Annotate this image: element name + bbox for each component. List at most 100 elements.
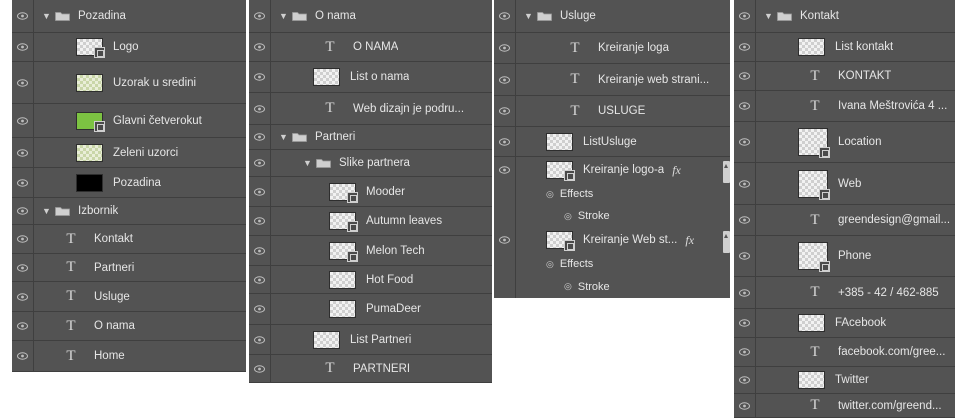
visibility-eye-icon[interactable] bbox=[494, 227, 516, 253]
layer-row-twitter[interactable]: Twitter bbox=[734, 367, 955, 394]
visibility-eye-icon[interactable] bbox=[249, 93, 271, 124]
visibility-eye-icon[interactable] bbox=[494, 33, 516, 63]
layer-row-glavni-cetverokut[interactable]: Glavni četverokut bbox=[12, 104, 246, 138]
visibility-eye-icon[interactable] bbox=[249, 236, 271, 265]
visibility-eye-icon[interactable] bbox=[494, 157, 516, 183]
layer-row-usluge[interactable]: T Usluge bbox=[12, 282, 246, 312]
expand-triangle-icon[interactable]: ▼ bbox=[279, 11, 288, 21]
effects-toggle-icon[interactable] bbox=[723, 231, 730, 253]
layer-row-melon-tech[interactable]: Melon Tech bbox=[249, 236, 492, 266]
layer-row-kreiranje-loga[interactable]: T Kreiranje loga bbox=[494, 33, 730, 64]
layer-row-kontakt[interactable]: T Kontakt bbox=[12, 225, 246, 254]
visibility-eye-icon[interactable] bbox=[249, 207, 271, 235]
layer-row-effects[interactable]: ◎ Effects bbox=[494, 253, 730, 275]
effect-visibility-icon[interactable]: ◎ bbox=[546, 189, 554, 200]
visibility-eye-icon[interactable] bbox=[249, 33, 271, 61]
layer-row-list-o-nama[interactable]: List o nama bbox=[249, 62, 492, 93]
layer-row-kontakt[interactable]: ▼ Kontakt bbox=[734, 0, 955, 33]
visibility-eye-icon[interactable] bbox=[494, 127, 516, 156]
visibility-eye-icon[interactable] bbox=[734, 236, 756, 276]
expand-triangle-icon[interactable]: ▼ bbox=[764, 11, 773, 21]
visibility-eye-icon[interactable] bbox=[12, 198, 34, 224]
visibility-eye-icon[interactable] bbox=[12, 0, 34, 32]
layer-row-zeleni-uzorci[interactable]: Zeleni uzorci bbox=[12, 138, 246, 168]
visibility-eye-icon[interactable] bbox=[494, 64, 516, 95]
visibility-eye-icon[interactable] bbox=[249, 125, 271, 149]
visibility-eye-icon[interactable] bbox=[494, 96, 516, 126]
visibility-eye-icon[interactable] bbox=[249, 62, 271, 92]
layer-row-stroke[interactable]: ◎ Stroke bbox=[494, 275, 730, 298]
layer-row-facebook-com-gree[interactable]: Tfacebook.com/gree... bbox=[734, 338, 955, 367]
effects-toggle-icon[interactable] bbox=[723, 161, 730, 183]
visibility-eye-icon[interactable] bbox=[734, 367, 756, 393]
layer-row-usluge[interactable]: ▼ Usluge bbox=[494, 0, 730, 33]
fx-icon[interactable]: fx bbox=[685, 233, 694, 248]
visibility-eye-icon[interactable] bbox=[734, 277, 756, 308]
layer-row-kontakt[interactable]: T KONTAKT bbox=[734, 62, 955, 91]
layer-row-kreiranje-web-st[interactable]: Kreiranje Web st... fx bbox=[494, 227, 730, 253]
layer-row-ivana-mestrovica-4[interactable]: T Ivana Meštrovića 4 ... bbox=[734, 91, 955, 122]
layer-row-mooder[interactable]: Mooder bbox=[249, 177, 492, 207]
expand-triangle-icon[interactable]: ▼ bbox=[42, 11, 51, 21]
visibility-eye-icon[interactable] bbox=[734, 62, 756, 90]
layer-row-hot-food[interactable]: Hot Food bbox=[249, 266, 492, 294]
visibility-eye-icon[interactable] bbox=[12, 104, 34, 137]
layer-row-autumn-leaves[interactable]: Autumn leaves bbox=[249, 207, 492, 236]
expand-triangle-icon[interactable]: ▼ bbox=[42, 206, 51, 216]
layer-row-list-partneri[interactable]: List Partneri bbox=[249, 325, 492, 355]
layer-row-pozadina[interactable]: Pozadina bbox=[12, 168, 246, 198]
expand-triangle-icon[interactable]: ▼ bbox=[303, 158, 312, 168]
layer-row-listusluge[interactable]: ListUsluge bbox=[494, 127, 730, 157]
layer-row-usluge[interactable]: T USLUGE bbox=[494, 96, 730, 127]
layer-row-stroke[interactable]: ◎ Stroke bbox=[494, 205, 730, 227]
layer-row-home[interactable]: T Home bbox=[12, 341, 246, 372]
layer-row-kreiranje-web-strani[interactable]: T Kreiranje web strani... bbox=[494, 64, 730, 96]
layer-row-pozadina[interactable]: ▼ Pozadina bbox=[12, 0, 246, 33]
layer-row-phone[interactable]: Phone bbox=[734, 236, 955, 277]
visibility-eye-icon[interactable] bbox=[249, 150, 271, 176]
visibility-eye-icon[interactable] bbox=[12, 62, 34, 103]
layer-row-partneri[interactable]: T PARTNERI bbox=[249, 355, 492, 383]
visibility-eye-icon[interactable] bbox=[494, 253, 516, 275]
visibility-eye-icon[interactable] bbox=[734, 394, 756, 417]
layer-row-list-kontakt[interactable]: List kontakt bbox=[734, 33, 955, 62]
visibility-eye-icon[interactable] bbox=[12, 33, 34, 61]
layer-row-uzorak-u-sredini[interactable]: Uzorak u sredini bbox=[12, 62, 246, 104]
visibility-eye-icon[interactable] bbox=[734, 122, 756, 162]
layer-row-web-dizajn-je-podru[interactable]: T Web dizajn je podru... bbox=[249, 93, 492, 125]
visibility-eye-icon[interactable] bbox=[12, 138, 34, 167]
visibility-eye-icon[interactable] bbox=[12, 225, 34, 253]
visibility-eye-icon[interactable] bbox=[494, 205, 516, 227]
visibility-eye-icon[interactable] bbox=[249, 294, 271, 324]
layer-row-o-nama[interactable]: T O nama bbox=[12, 312, 246, 341]
layer-row-web[interactable]: Web bbox=[734, 163, 955, 205]
visibility-eye-icon[interactable] bbox=[249, 177, 271, 206]
expand-triangle-icon[interactable]: ▼ bbox=[524, 11, 533, 21]
layer-row-o-nama[interactable]: T O NAMA bbox=[249, 33, 492, 62]
layer-row-logo[interactable]: Logo bbox=[12, 33, 246, 62]
visibility-eye-icon[interactable] bbox=[12, 341, 34, 371]
effect-visibility-icon[interactable]: ◎ bbox=[546, 259, 554, 270]
effect-visibility-icon[interactable]: ◎ bbox=[564, 281, 572, 292]
visibility-eye-icon[interactable] bbox=[12, 282, 34, 311]
visibility-eye-icon[interactable] bbox=[734, 91, 756, 121]
visibility-eye-icon[interactable] bbox=[249, 0, 271, 32]
visibility-eye-icon[interactable] bbox=[734, 205, 756, 235]
visibility-eye-icon[interactable] bbox=[734, 163, 756, 204]
visibility-eye-icon[interactable] bbox=[734, 0, 756, 32]
layer-row-izbornik[interactable]: ▼ Izbornik bbox=[12, 198, 246, 225]
layer-row-kreiranje-logo-a[interactable]: Kreiranje logo-a fx bbox=[494, 157, 730, 183]
layer-row-greendesign-gmail[interactable]: Tgreendesign@gmail... bbox=[734, 205, 955, 236]
layer-row-slike-partnera[interactable]: ▼ Slike partnera bbox=[249, 150, 492, 177]
layer-row-partneri[interactable]: ▼ Partneri bbox=[249, 125, 492, 150]
visibility-eye-icon[interactable] bbox=[734, 309, 756, 337]
layer-row-o-nama[interactable]: ▼ O nama bbox=[249, 0, 492, 33]
visibility-eye-icon[interactable] bbox=[249, 325, 271, 354]
visibility-eye-icon[interactable] bbox=[734, 338, 756, 366]
layer-row-twitter-com-greend[interactable]: Ttwitter.com/greend... bbox=[734, 394, 955, 418]
expand-triangle-icon[interactable]: ▼ bbox=[279, 132, 288, 142]
layer-row-location[interactable]: Location bbox=[734, 122, 955, 163]
fx-icon[interactable]: fx bbox=[672, 163, 681, 178]
visibility-eye-icon[interactable] bbox=[249, 266, 271, 293]
visibility-eye-icon[interactable] bbox=[249, 355, 271, 382]
